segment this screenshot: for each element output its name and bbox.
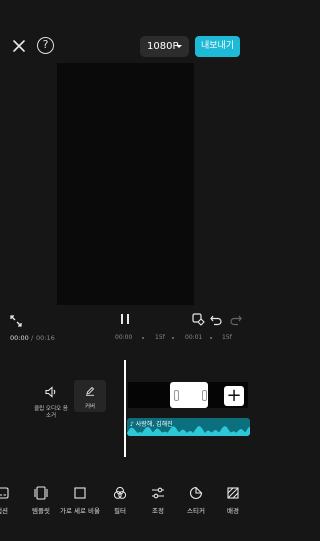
ruler-tick: 00:00 — [115, 334, 133, 341]
ruler-dot — [210, 337, 212, 339]
chevron-down-icon — [176, 45, 182, 48]
audio-clip-title: 사랑해, 김해진 — [135, 421, 173, 428]
fullscreen-icon — [10, 315, 22, 327]
audio-clip-title-row: ♪ 사랑해, 김해진 — [130, 419, 173, 428]
tool-caption[interactable]: 캡션 — [0, 486, 22, 515]
cover-label: 커버 — [84, 404, 96, 410]
help-button[interactable]: ? — [37, 37, 54, 54]
fullscreen-button[interactable] — [10, 312, 22, 327]
clip-trim-handle-right[interactable] — [202, 390, 207, 401]
add-clip-button[interactable]: + — [224, 386, 244, 406]
close-button[interactable] — [10, 37, 28, 55]
ruler-dot — [142, 337, 144, 339]
tool-background[interactable]: 배경 — [213, 486, 253, 515]
tool-label: 가로 세로 비율 — [60, 507, 101, 515]
background-icon — [227, 487, 239, 499]
total-time: 00:16 — [36, 334, 55, 342]
current-time: 00:00 — [10, 334, 29, 342]
undo-button[interactable] — [210, 311, 222, 326]
filter-icon — [113, 486, 127, 499]
redo-button[interactable] — [230, 311, 242, 326]
ruler-tick: 15f — [155, 334, 165, 341]
aspect-ratio-icon — [74, 487, 86, 499]
caption-icon — [0, 487, 9, 499]
adjust-icon — [152, 487, 164, 499]
sticker-icon — [189, 486, 203, 500]
template-icon — [34, 486, 48, 500]
time-separator: / — [31, 334, 34, 342]
mute-clip-audio-label: 클립 오디오 음소거 — [34, 406, 68, 419]
speaker-icon — [45, 386, 56, 398]
resolution-value: 1080P — [147, 41, 179, 52]
edit-pencil-icon — [86, 386, 95, 396]
music-note-icon: ♪ — [130, 421, 134, 428]
resolution-selector[interactable]: 1080P — [140, 36, 189, 57]
pause-button[interactable] — [118, 311, 132, 325]
tool-adjust[interactable]: 조정 — [138, 486, 178, 515]
ruler-tick: 15f — [222, 334, 232, 341]
tool-sticker[interactable]: 스티커 — [176, 486, 216, 515]
undo-icon — [210, 315, 222, 326]
redo-icon — [230, 315, 242, 326]
tool-label: 조정 — [152, 507, 164, 515]
clip-trim-handle-left[interactable] — [174, 390, 179, 401]
tool-label: 스티커 — [187, 507, 205, 515]
tool-label: 템플릿 — [32, 507, 50, 515]
playhead[interactable] — [124, 360, 126, 457]
ruler-dot — [172, 337, 174, 339]
mute-clip-audio-button[interactable]: 클립 오디오 음소거 — [34, 383, 68, 420]
close-icon — [13, 40, 25, 52]
tool-filter[interactable]: 필터 — [100, 486, 140, 515]
tool-label: 배경 — [227, 507, 239, 515]
tool-template[interactable]: 템플릿 — [21, 486, 61, 515]
cover-button[interactable]: 커버 — [74, 380, 106, 412]
tool-aspect-ratio[interactable]: 가로 세로 비율 — [60, 486, 100, 515]
plus-icon: + — [226, 385, 242, 406]
help-icon: ? — [42, 38, 49, 51]
export-button[interactable]: 내보내기 — [195, 36, 240, 57]
keyframe-icon — [192, 313, 205, 326]
ruler-tick: 00:01 — [185, 334, 203, 341]
tool-label: 필터 — [114, 507, 126, 515]
pause-icon — [121, 314, 129, 324]
keyframe-button[interactable] — [192, 311, 205, 326]
video-preview[interactable] — [57, 63, 194, 305]
tool-label: 캡션 — [0, 507, 8, 515]
